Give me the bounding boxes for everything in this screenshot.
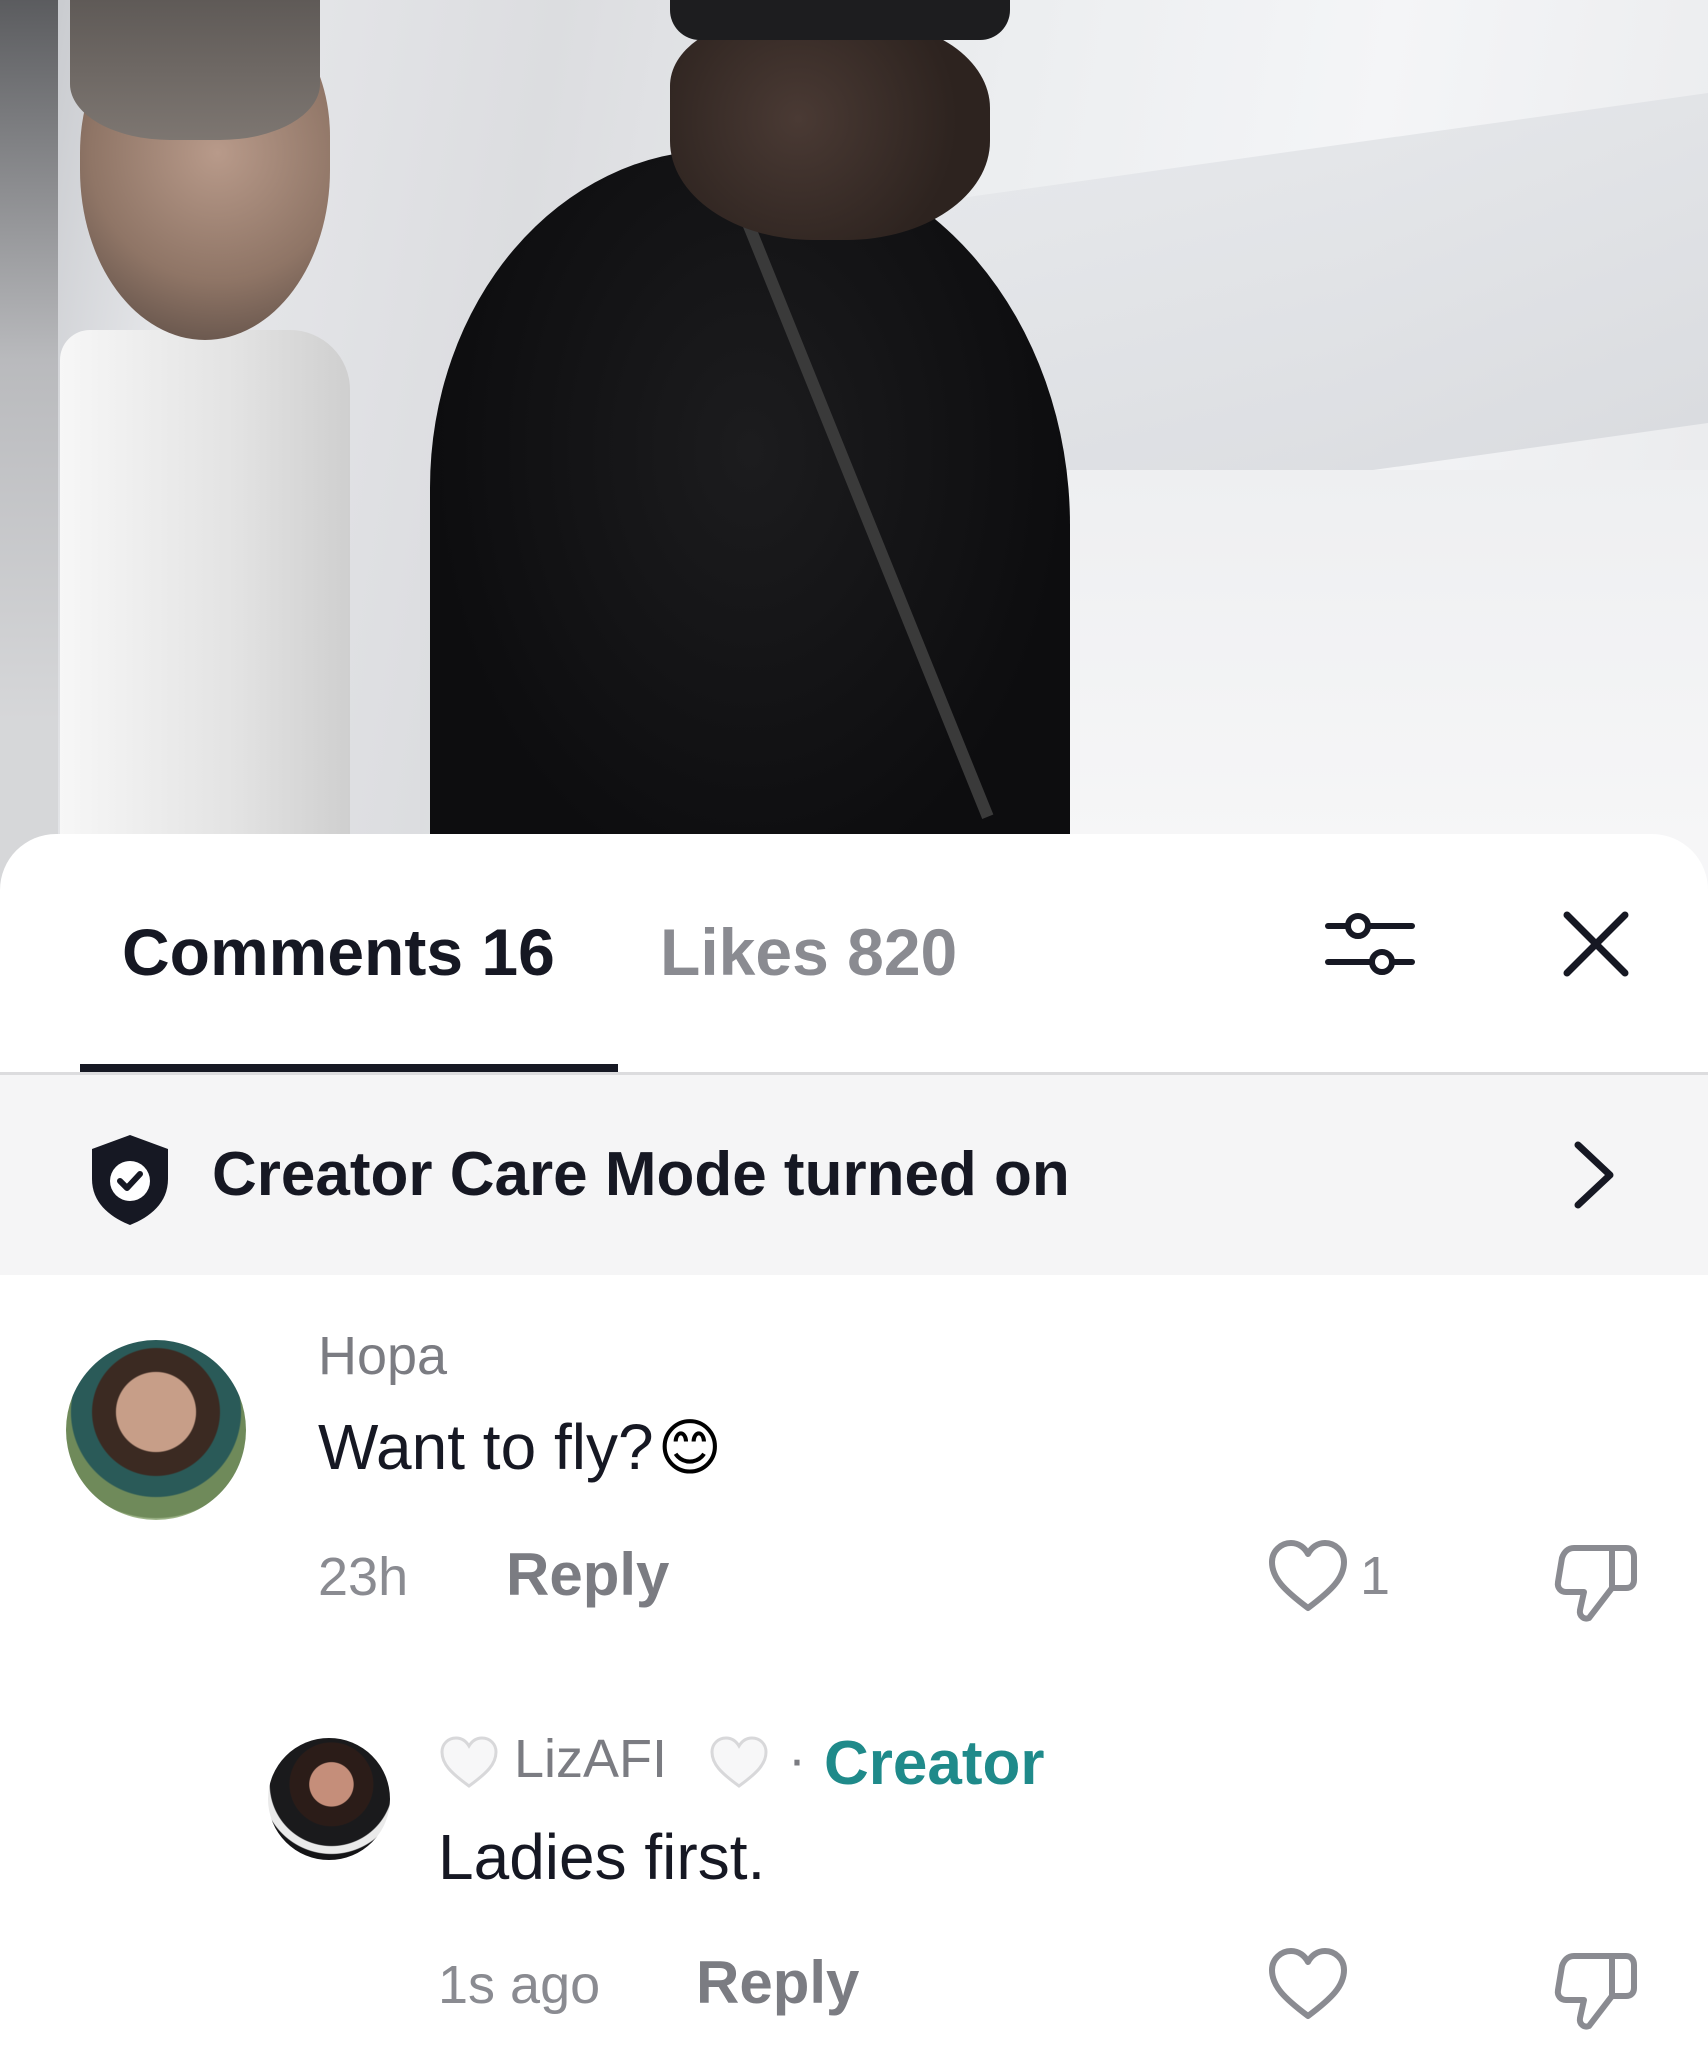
like-count: 1 [1360, 1546, 1391, 1606]
tab-likes[interactable]: Likes 820 [660, 914, 957, 990]
heart-icon [1269, 1948, 1347, 2019]
creator-badge: Creator [824, 1729, 1045, 1798]
thumbs-down-icon[interactable] [1554, 1948, 1638, 2032]
filter-icon [1325, 913, 1415, 975]
smiling-face-emoji: 😊 [657, 1413, 723, 1483]
avatar[interactable] [268, 1738, 390, 1860]
white-heart-icon [710, 1736, 768, 1788]
white-heart-icon [440, 1736, 498, 1788]
close-icon [1563, 911, 1629, 977]
video-person-white-shirt [60, 0, 350, 900]
tab-comments[interactable]: Comments 16 [122, 914, 555, 990]
comment-text: Want to fly? [318, 1411, 654, 1483]
creator-care-text: Creator Care Mode turned on [212, 1140, 1070, 1209]
heart-icon [1269, 1540, 1347, 1611]
like-button[interactable]: 1 [1266, 1538, 1390, 1614]
close-button[interactable] [1546, 894, 1646, 994]
separator-dot: · [788, 1729, 806, 1789]
video-player[interactable] [0, 0, 1708, 900]
reply-button[interactable]: Reply [696, 1948, 859, 2017]
comment-timestamp: 23h [318, 1547, 409, 1607]
like-button[interactable] [1266, 1946, 1350, 2022]
filter-button[interactable] [1320, 894, 1420, 994]
avatar[interactable] [66, 1340, 246, 1520]
shield-check-icon [92, 1135, 168, 1225]
reply-text: Ladies first. [438, 1821, 766, 1893]
thumbs-down-icon[interactable] [1554, 1540, 1638, 1624]
creator-care-banner[interactable]: Creator Care Mode turned on [0, 1075, 1708, 1275]
video-person-black-shirt [420, 0, 1100, 900]
comments-tabs: Comments 16 Likes 820 [0, 834, 1708, 1075]
reply-username[interactable]: LizAFI [514, 1728, 667, 1790]
reply-timestamp: 1s ago [438, 1955, 601, 2015]
chevron-right-icon [1574, 1141, 1614, 1209]
video-frame-edge [0, 0, 58, 900]
comments-sheet: Comments 16 Likes 820 Creator Care Mode … [0, 834, 1708, 2056]
reply-button[interactable]: Reply [506, 1540, 669, 1609]
comment-username[interactable]: Нора [318, 1325, 447, 1387]
